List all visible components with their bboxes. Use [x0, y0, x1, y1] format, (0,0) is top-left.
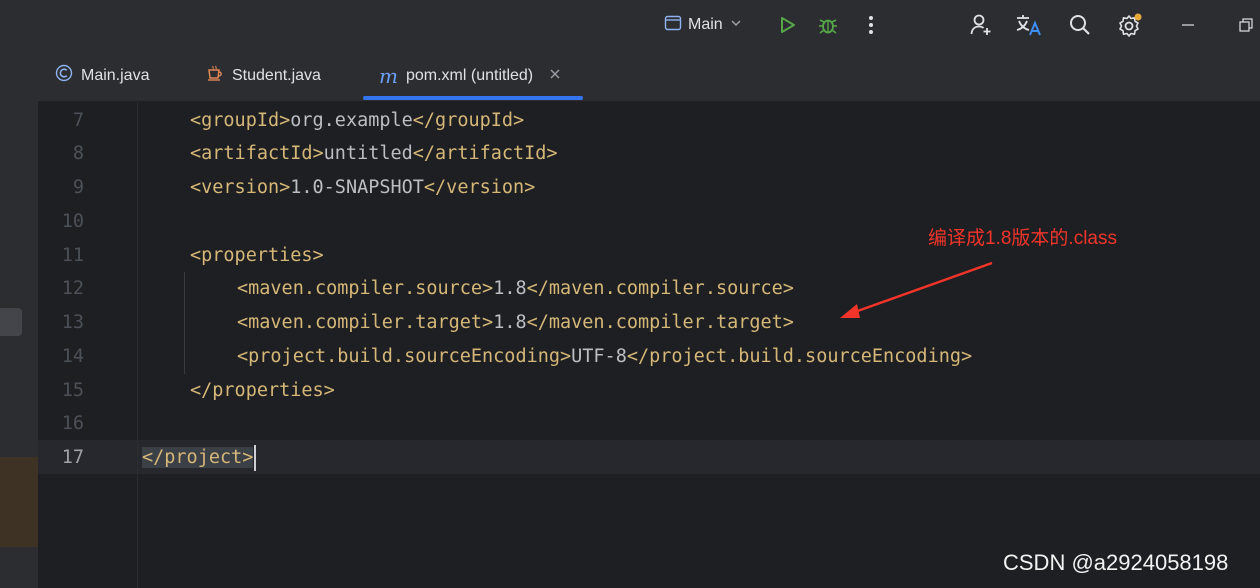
watermark: CSDN @a2924058198 [1003, 550, 1229, 575]
annotation-arrow [840, 261, 993, 318]
annotation-text: 编译成1.8版本的.class [928, 228, 1117, 249]
